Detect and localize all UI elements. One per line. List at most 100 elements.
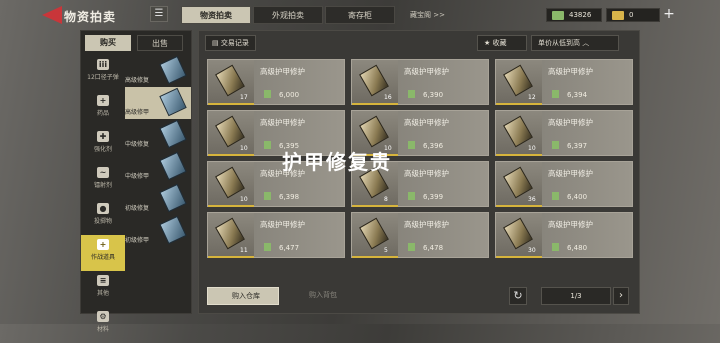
- category-item[interactable]: ⚙ 材料: [81, 307, 125, 343]
- armor-kit-icon: [215, 217, 245, 250]
- category-label: 作战道具: [90, 254, 115, 261]
- bottom-bar: 购入仓库 购入背包 ↻ 1/3 ›: [199, 281, 641, 313]
- armor-kit-icon: [215, 64, 245, 97]
- item-price: 6,394: [552, 90, 587, 99]
- listing-card[interactable]: 10 高级护甲修护 6,397: [495, 110, 633, 156]
- subcategory-item[interactable]: 初级修甲: [125, 215, 191, 247]
- cash-icon: [264, 243, 271, 251]
- subcategory-label: 高级修复: [125, 77, 150, 84]
- buy-to-warehouse-button[interactable]: 购入仓库: [207, 287, 279, 305]
- cash-icon: [264, 90, 271, 98]
- trade-log-label: 交易记录: [220, 39, 249, 47]
- item-quantity: 11: [240, 247, 248, 254]
- item-name: 高级护甲修护: [404, 169, 449, 178]
- item-quantity: 16: [384, 94, 392, 101]
- add-currency-button[interactable]: +: [662, 7, 676, 22]
- category-item[interactable]: + 作战道具: [81, 235, 125, 271]
- page-title: 物资拍卖: [64, 10, 117, 24]
- sort-button[interactable]: 单价从低到高 ︿: [531, 35, 619, 51]
- item-price: 6,397: [552, 141, 587, 150]
- item-thumbnail: 12: [496, 60, 542, 105]
- item-name: 高级护甲修护: [548, 67, 593, 76]
- item-price: 6,000: [264, 90, 299, 99]
- item-price: 6,399: [408, 192, 443, 201]
- price-value: 6,397: [567, 142, 588, 150]
- gold-icon: [612, 11, 624, 20]
- favorite-button[interactable]: ★ 收藏: [477, 35, 527, 51]
- currency-value: 43826: [569, 11, 592, 19]
- item-name: 高级护甲修护: [260, 67, 305, 76]
- category-item[interactable]: iii 12口径子弹: [81, 55, 125, 91]
- subcategory-item[interactable]: 高级修复: [125, 55, 191, 87]
- listing-card[interactable]: 5 高级护甲修护 6,478: [351, 212, 489, 258]
- armor-kit-icon: [503, 115, 533, 148]
- price-value: 6,000: [279, 91, 300, 99]
- cash-icon: [552, 141, 559, 149]
- buy-tab[interactable]: 购买: [85, 35, 131, 51]
- category-icon: +: [97, 95, 109, 106]
- cash-icon: [408, 141, 415, 149]
- item-thumbnail: [159, 151, 187, 181]
- category-item[interactable]: ~ 镭射剂: [81, 163, 125, 199]
- category-icon: +: [97, 239, 109, 250]
- item-name: 高级护甲修护: [548, 169, 593, 178]
- subcategory-item[interactable]: 初级修复: [125, 183, 191, 215]
- item-thumbnail: 16: [352, 60, 398, 105]
- tab-supply-auction[interactable]: 物资拍卖: [181, 6, 251, 24]
- item-price: 6,477: [264, 243, 299, 252]
- listing-card[interactable]: 17 高级护甲修护 6,000: [207, 59, 345, 105]
- item-thumbnail: 30: [496, 213, 542, 258]
- category-label: 12口径子弹: [87, 74, 119, 81]
- subcategory-item[interactable]: 中级修甲: [125, 151, 191, 183]
- category-icon: iii: [97, 59, 109, 70]
- category-item[interactable]: ✚ 强化剂: [81, 127, 125, 163]
- item-thumbnail: 17: [208, 60, 254, 105]
- listing-grid: 17 高级护甲修护 6,000 16 高级护甲修护 6,390 12 高级护甲修护 6,394 1…: [207, 59, 633, 258]
- tab-bar: 物资拍卖 外观拍卖 寄存柜: [181, 6, 397, 24]
- listing-card[interactable]: 16 高级护甲修护 6,390: [351, 59, 489, 105]
- price-value: 6,396: [423, 142, 444, 150]
- category-label: 其他: [96, 290, 109, 297]
- item-thumbnail: [159, 87, 187, 117]
- listing-card[interactable]: 30 高级护甲修护 6,480: [495, 212, 633, 258]
- price-value: 6,394: [567, 91, 588, 99]
- category-label: 药品: [96, 110, 109, 117]
- listing-panel: ▤ 交易记录 ★ 收藏 单价从低到高 ︿ 17 高级护甲修护 6,000 16 高级护甲…: [198, 30, 640, 314]
- listing-card[interactable]: 11 高级护甲修护 6,477: [207, 212, 345, 258]
- category-label: 强化剂: [93, 146, 112, 153]
- armor-kit-icon: [359, 64, 389, 97]
- category-item[interactable]: + 药品: [81, 91, 125, 127]
- listing-card[interactable]: 12 高级护甲修护 6,394: [495, 59, 633, 105]
- treasure-link[interactable]: 藏宝阁 >>: [410, 10, 445, 20]
- item-quantity: 12: [528, 94, 536, 101]
- item-name: 高级护甲修护: [404, 220, 449, 229]
- buy-to-backpack-button[interactable]: 购入背包: [285, 287, 357, 305]
- category-icon: ≡: [97, 275, 109, 286]
- category-icon: ●: [97, 203, 109, 214]
- category-sidebar: 购买 出售 iii 12口径子弹 + 药品 ✚ 强化剂 ~ 镭射剂 ● 投掷物 + 作战道具 ≡ 其他 ⚙ 材…: [80, 30, 192, 333]
- next-page-button[interactable]: ›: [613, 287, 629, 305]
- tab-storage[interactable]: 寄存柜: [325, 6, 395, 24]
- item-price: 6,398: [264, 192, 299, 201]
- price-value: 6,398: [279, 193, 300, 201]
- tab-appearance-auction[interactable]: 外观拍卖: [253, 6, 323, 24]
- category-item[interactable]: ≡ 其他: [81, 271, 125, 307]
- category-item[interactable]: ● 投掷物: [81, 199, 125, 235]
- price-value: 6,480: [567, 244, 588, 252]
- subcategory-item[interactable]: 高级修甲: [125, 87, 191, 119]
- listing-card[interactable]: 36 高级护甲修护 6,400: [495, 161, 633, 207]
- trade-log-button[interactable]: ▤ 交易记录: [205, 35, 256, 51]
- armor-kit-icon: [215, 166, 245, 199]
- cash-icon: [552, 243, 559, 251]
- price-value: 6,399: [423, 193, 444, 201]
- item-quantity: 30: [528, 247, 536, 254]
- menu-icon[interactable]: ☰: [150, 6, 168, 22]
- item-name: 高级护甲修护: [548, 220, 593, 229]
- sell-tab[interactable]: 出售: [137, 35, 183, 51]
- back-arrow-icon[interactable]: [42, 6, 62, 24]
- item-quantity: 17: [240, 94, 248, 101]
- refresh-icon[interactable]: ↻: [509, 287, 527, 305]
- cash-icon: [552, 11, 564, 20]
- price-value: 6,400: [567, 193, 588, 201]
- subcategory-item[interactable]: 中级修复: [125, 119, 191, 151]
